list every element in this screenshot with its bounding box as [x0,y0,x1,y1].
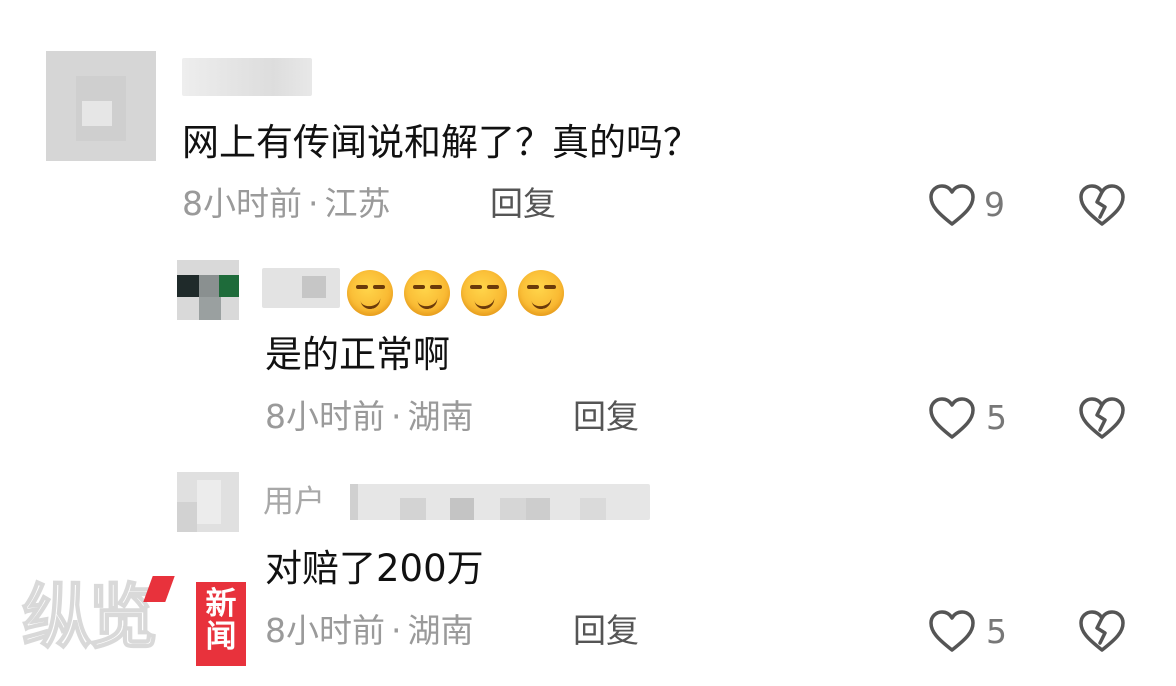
comment-location: 江苏 [324,184,391,223]
meta-separator: · [391,611,402,650]
smirk-emoji [518,270,564,316]
broken-heart-icon[interactable] [1078,396,1126,440]
badge-char-2: 闻 [205,618,237,655]
reply-button[interactable]: 回复 [573,614,639,647]
username-blurred[interactable] [262,268,340,308]
comment-time: 8小时前 [182,184,302,223]
watermark-logo: 纵览 [21,576,159,658]
username-blurred[interactable] [350,484,650,520]
reply-button[interactable]: 回复 [490,187,556,220]
heart-outline-icon[interactable] [928,183,976,227]
username-blurred[interactable] [182,58,312,96]
heart-outline-icon[interactable] [928,609,976,653]
comment-location: 湖南 [407,397,474,436]
avatar[interactable] [46,51,156,161]
comment-meta: 8小时前 · 江苏 [182,187,391,220]
heart-outline-icon[interactable] [928,396,976,440]
like-count: 5 [986,612,1007,651]
comment-meta: 8小时前 · 湖南 [265,614,474,647]
comment-text: 网上有传闻说和解了？真的吗？ [182,121,700,164]
like-count: 9 [984,185,1005,224]
badge-char-1: 新 [205,586,237,622]
comment-text: 对赔了200万 [265,547,484,590]
reply-button[interactable]: 回复 [573,400,639,433]
comment-time: 8小时前 [265,611,385,650]
username-prefix[interactable]: 用户 [263,487,325,518]
comment-text: 是的正常啊 [265,333,450,376]
smirk-emoji [404,270,450,316]
comment-meta: 8小时前 · 湖南 [265,400,474,433]
broken-heart-icon[interactable] [1078,609,1126,653]
avatar[interactable] [177,260,239,320]
like-count: 5 [986,398,1007,437]
watermark-badge: 新 闻 [196,582,246,666]
comment-location: 湖南 [407,611,474,650]
meta-separator: · [308,184,319,223]
smirk-emoji [461,270,507,316]
comment-time: 8小时前 [265,397,385,436]
smirk-emoji [347,270,393,316]
meta-separator: · [391,397,402,436]
broken-heart-icon[interactable] [1078,183,1126,227]
avatar[interactable] [177,472,239,532]
